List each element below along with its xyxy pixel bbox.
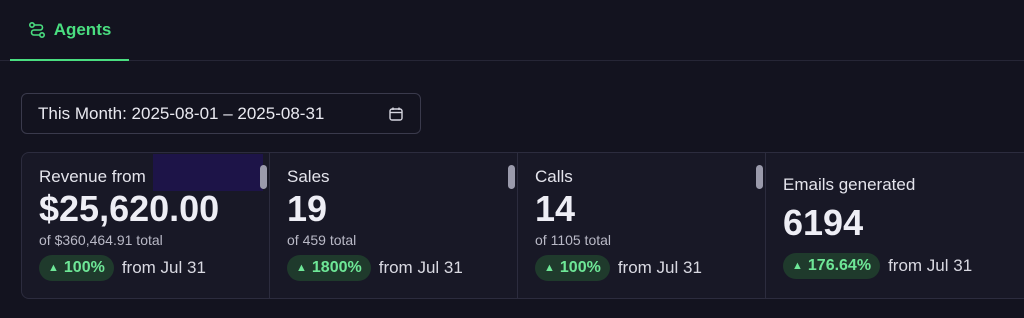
metric-card-calls: Calls 14 of 1105 total ▲ 100% from Jul 3…: [518, 153, 766, 298]
comparison-text: from Jul 31: [888, 256, 973, 275]
comparison-text: from Jul 31: [378, 258, 463, 277]
metric-card-revenue: Revenue from $25,620.00 of $360,464.91 t…: [22, 153, 270, 298]
comparison-text: from Jul 31: [121, 258, 206, 277]
card-value: 14: [535, 188, 576, 229]
card-subtitle: of 459 total: [287, 232, 357, 248]
tab-agents[interactable]: Agents: [10, 0, 129, 61]
change-value: 100%: [559, 259, 601, 276]
trend-up-icon: ▲: [48, 261, 59, 274]
date-range-label: This Month: 2025-08-01 – 2025-08-31: [38, 103, 325, 123]
change-value: 1800%: [311, 259, 362, 276]
tab-bar: Agents: [0, 0, 1024, 61]
change-badge: ▲ 1800%: [287, 255, 371, 281]
card-value: $25,620.00: [39, 188, 220, 229]
comparison-text: from Jul 31: [617, 258, 702, 277]
redacted-block: [153, 154, 263, 191]
card-title: Emails generated: [783, 175, 916, 194]
card-change-row: ▲ 100% from Jul 31: [535, 255, 765, 281]
date-range-picker[interactable]: This Month: 2025-08-01 – 2025-08-31: [21, 93, 421, 134]
metrics-cards: Revenue from $25,620.00 of $360,464.91 t…: [21, 152, 1024, 299]
agents-route-icon: [28, 21, 46, 39]
trend-up-icon: ▲: [544, 261, 555, 274]
calendar-icon: [388, 106, 404, 122]
card-value: 19: [287, 188, 328, 229]
card-change-row: ▲ 100% from Jul 31: [39, 255, 269, 281]
scrollbar-thumb[interactable]: [508, 165, 515, 189]
card-subtitle: of 1105 total: [535, 232, 612, 248]
change-value: 100%: [63, 259, 105, 276]
change-badge: ▲ 100%: [535, 255, 610, 281]
trend-up-icon: ▲: [296, 261, 307, 274]
card-title: Calls: [535, 167, 573, 186]
scrollbar-thumb[interactable]: [260, 165, 267, 189]
card-change-row: ▲ 1800% from Jul 31: [287, 255, 517, 281]
card-value: 6194: [783, 202, 864, 243]
change-value: 176.64%: [807, 257, 872, 274]
card-subtitle: of $360,464.91 total: [39, 232, 163, 248]
metric-card-emails: Emails generated 6194 ▲ 176.64% from Jul…: [766, 153, 1024, 298]
tab-label: Agents: [53, 19, 112, 39]
metric-card-sales: Sales 19 of 459 total ▲ 1800% from Jul 3…: [270, 153, 518, 298]
trend-up-icon: ▲: [792, 259, 803, 272]
change-badge: ▲ 100%: [39, 255, 114, 281]
card-change-row: ▲ 176.64% from Jul 31: [783, 253, 1024, 279]
scrollbar-thumb[interactable]: [756, 165, 763, 189]
card-title: Sales: [287, 167, 330, 186]
change-badge: ▲ 176.64%: [783, 253, 881, 279]
